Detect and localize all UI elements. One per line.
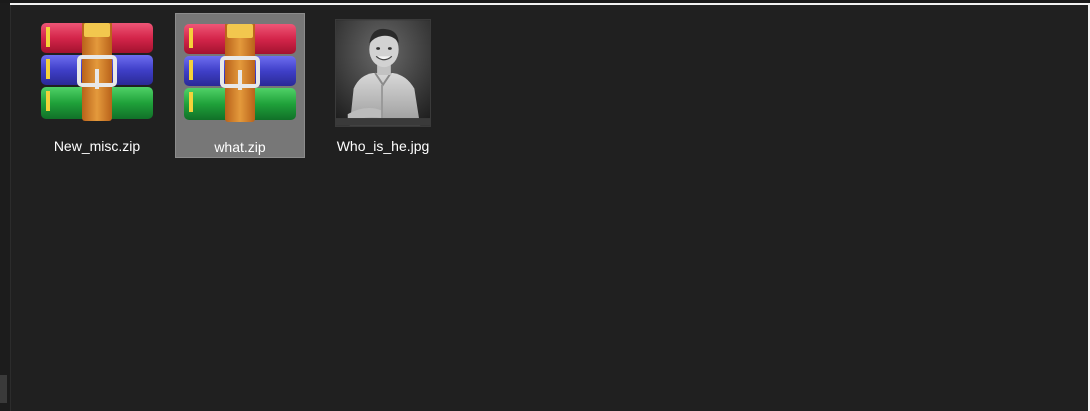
navigation-pane-edge <box>0 3 10 411</box>
file-name-label: Who_is_he.jpg <box>336 138 430 154</box>
file-name-label: what.zip <box>214 139 266 155</box>
winrar-archive-icon <box>184 24 296 122</box>
navigation-scrollbar-thumb[interactable] <box>0 375 7 403</box>
file-name-label: New_misc.zip <box>53 138 141 154</box>
content-top-highlight <box>10 3 1090 5</box>
file-item-what-zip[interactable]: what.zip <box>175 13 305 158</box>
winrar-archive-icon <box>41 23 153 121</box>
file-item-who-is-he-jpg[interactable]: Who_is_he.jpg <box>318 13 448 158</box>
pane-divider[interactable] <box>10 5 11 411</box>
file-item-new-misc-zip[interactable]: New_misc.zip <box>32 13 162 158</box>
photo-thumbnail <box>335 19 431 127</box>
